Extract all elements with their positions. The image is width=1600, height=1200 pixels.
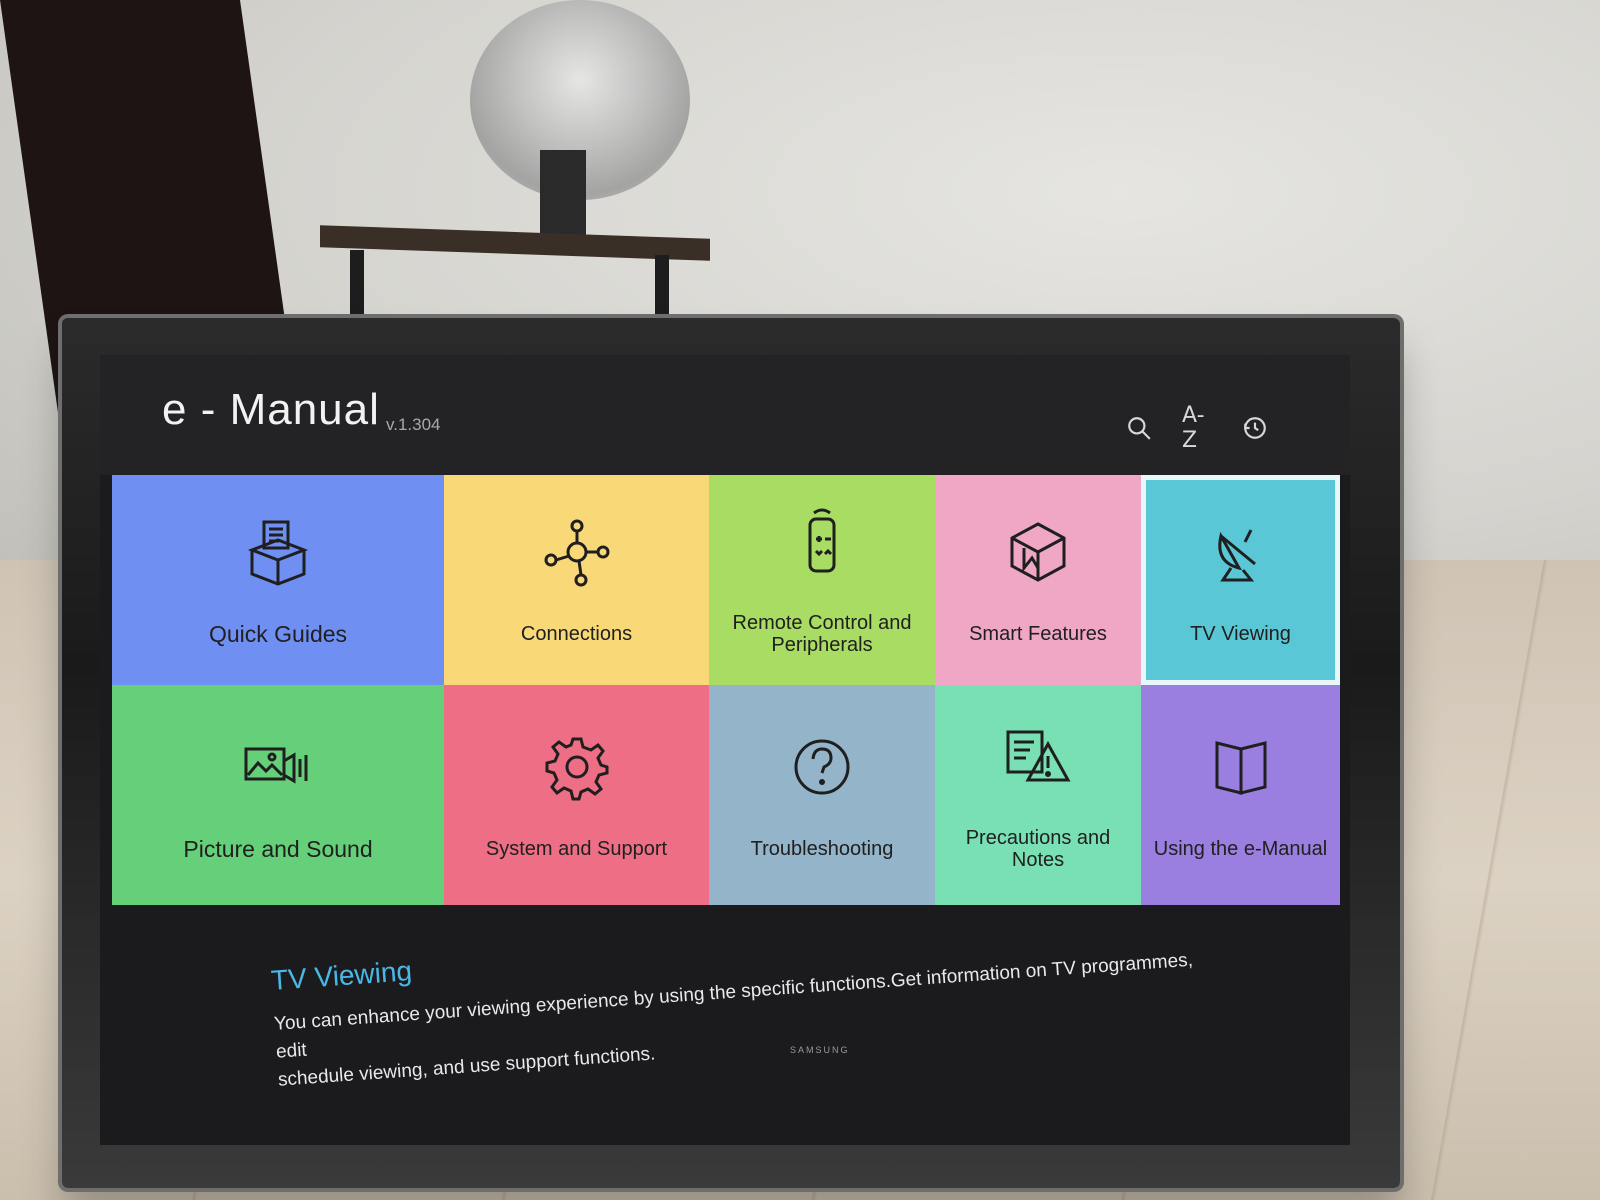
- az-index-icon[interactable]: A-Z: [1182, 403, 1212, 453]
- fan-stand: [540, 150, 586, 240]
- tile-label: Quick Guides: [208, 620, 348, 647]
- tile-label: Using the e-Manual: [1153, 837, 1328, 860]
- page-title: e - Manual: [162, 385, 380, 434]
- tile-label: Smart Features: [969, 622, 1107, 645]
- description-panel: TV Viewing You can enhance your viewing …: [270, 899, 1227, 1095]
- tile-remote-control[interactable]: Remote Control and Peripherals: [709, 475, 935, 685]
- picture-sound-icon: [242, 731, 314, 808]
- history-icon[interactable]: [1240, 413, 1270, 443]
- tile-precautions-and-notes[interactable]: Precautions and Notes: [935, 685, 1141, 905]
- network-hub-icon: [541, 516, 613, 593]
- search-icon[interactable]: [1124, 413, 1154, 443]
- box-guide-icon: [242, 516, 314, 593]
- brand-logo: SAMSUNG: [790, 1045, 850, 1055]
- tile-troubleshooting[interactable]: Troubleshooting: [709, 685, 935, 905]
- remote-control-icon: [786, 505, 858, 582]
- tile-connections[interactable]: Connections: [444, 475, 709, 685]
- tile-tv-viewing[interactable]: TV Viewing: [1141, 475, 1340, 685]
- tile-smart-features[interactable]: Smart Features: [935, 475, 1141, 685]
- tile-label: System and Support: [485, 837, 668, 860]
- satellite-dish-icon: [1205, 516, 1277, 593]
- header-actions: A-Z: [1124, 403, 1270, 453]
- tile-label: Connections: [520, 622, 633, 645]
- tile-label: Picture and Sound: [183, 835, 373, 862]
- version-label: v.1.304: [386, 415, 441, 434]
- tile-quick-guides[interactable]: Quick Guides: [112, 475, 444, 685]
- tile-label: Remote Control and Peripherals: [732, 611, 912, 656]
- tile-label: TV Viewing: [1190, 622, 1291, 645]
- open-book-icon: [1205, 731, 1277, 808]
- tv-screen: e - Manual v.1.304 A-Z Quick Guides Conn…: [100, 355, 1350, 1145]
- tile-system-and-support[interactable]: System and Support: [444, 685, 709, 905]
- tile-label: Precautions and Notes: [965, 826, 1111, 871]
- smart-cube-icon: [1002, 516, 1074, 593]
- tile-using-the-emanual[interactable]: Using the e-Manual: [1141, 685, 1340, 905]
- question-icon: [786, 731, 858, 808]
- category-grid: Quick Guides Connections Remote Control …: [112, 475, 1340, 905]
- tile-label: Troubleshooting: [750, 837, 894, 860]
- emanual-header: e - Manual v.1.304 A-Z: [100, 355, 1350, 475]
- gear-icon: [541, 731, 613, 808]
- warning-note-icon: [1002, 720, 1074, 797]
- tile-picture-and-sound[interactable]: Picture and Sound: [112, 685, 444, 905]
